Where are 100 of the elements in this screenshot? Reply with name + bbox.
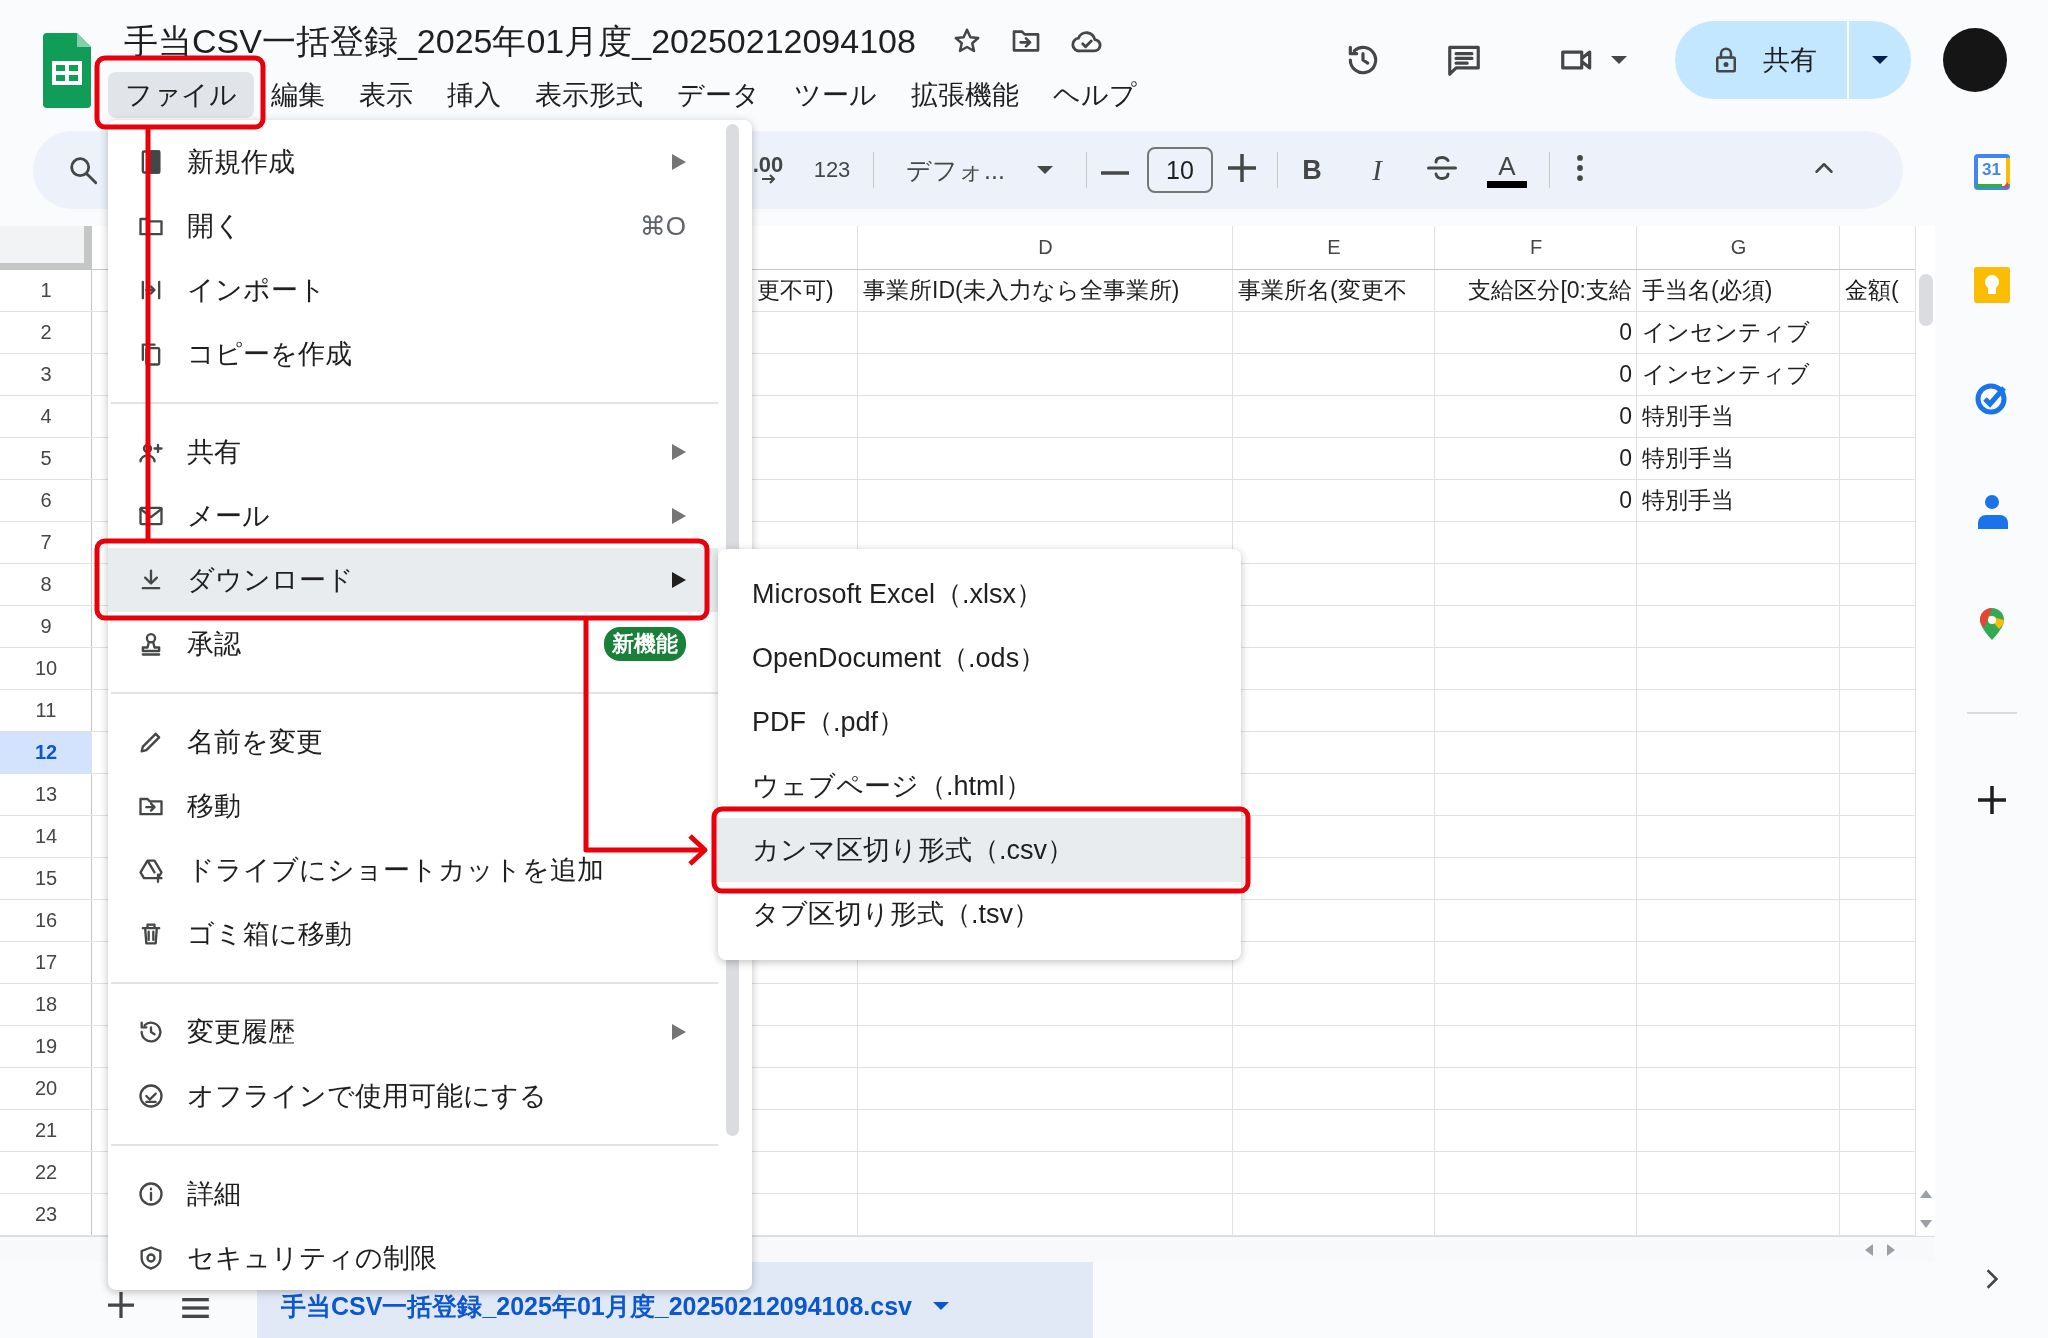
number-format-button[interactable]: 123 bbox=[807, 157, 857, 183]
column-header[interactable]: F bbox=[1435, 226, 1637, 269]
menu-item[interactable]: 新規作成 bbox=[108, 130, 718, 194]
menu-item[interactable]: 編集 bbox=[254, 72, 342, 118]
text-color-button[interactable]: A bbox=[1487, 152, 1527, 188]
plus-icon[interactable] bbox=[1228, 154, 1256, 182]
row-header[interactable]: 18 bbox=[0, 984, 92, 1026]
calendar-icon[interactable] bbox=[1973, 154, 2010, 190]
scroll-down-icon[interactable] bbox=[1919, 1220, 1932, 1228]
menu-item[interactable]: ダウンロード bbox=[108, 548, 718, 612]
row-header[interactable]: 5 bbox=[0, 438, 92, 480]
menu-item[interactable]: OpenDocument（.ods） bbox=[718, 626, 1241, 690]
menu-item[interactable]: 拡張機能 bbox=[894, 72, 1036, 118]
row-header[interactable]: 6 bbox=[0, 480, 92, 522]
table-cell-text: 特別手当 bbox=[1641, 402, 1735, 431]
row-header[interactable]: 15 bbox=[0, 858, 92, 900]
menu-item[interactable]: オフラインで使用可能にする bbox=[108, 1064, 718, 1128]
row-header[interactable]: 3 bbox=[0, 354, 92, 396]
font-size-field[interactable]: 10 bbox=[1147, 147, 1213, 193]
menu-item[interactable]: ゴミ箱に移動 bbox=[108, 902, 718, 966]
table-cell-text: インセンティブ bbox=[1641, 318, 1811, 347]
minus-icon[interactable] bbox=[1101, 171, 1129, 175]
menu-item[interactable]: 開く ⌘O bbox=[108, 194, 718, 258]
all-sheets-button[interactable] bbox=[182, 1298, 209, 1318]
circle-check-icon bbox=[137, 1082, 165, 1110]
row-header[interactable]: 20 bbox=[0, 1068, 92, 1110]
table-cell-text: インセンティブ bbox=[1641, 360, 1811, 389]
italic-button[interactable]: I bbox=[1362, 153, 1392, 187]
table-cell-text: 0 bbox=[1618, 318, 1633, 347]
menu-item[interactable]: 承認 新機能 bbox=[108, 612, 718, 676]
row-header[interactable]: 17 bbox=[0, 942, 92, 984]
menu-item[interactable]: 移動 bbox=[108, 774, 718, 838]
row-header[interactable]: 1 bbox=[0, 270, 92, 312]
menu-item[interactable]: インポート bbox=[108, 258, 718, 322]
font-dropdown[interactable]: デフォ... bbox=[891, 153, 1066, 187]
menu-item[interactable]: ヘルプ bbox=[1036, 72, 1154, 118]
menu-item[interactable]: 詳細 bbox=[108, 1162, 718, 1226]
menu-item[interactable]: 表示形式 bbox=[518, 72, 660, 118]
table-cell-text: 金額( bbox=[1844, 276, 1900, 305]
menu-item[interactable]: ツール bbox=[777, 72, 894, 118]
document-title[interactable]: 手当CSV一括登録_2025年01月度_20250212094108 bbox=[124, 14, 916, 68]
menu-item[interactable]: ウェブページ（.html） bbox=[718, 754, 1241, 818]
add-sheet-button[interactable] bbox=[108, 1292, 134, 1318]
bold-button[interactable]: B bbox=[1297, 154, 1327, 186]
scroll-right-icon[interactable] bbox=[1887, 1243, 1895, 1256]
menu-item[interactable]: 挿入 bbox=[430, 72, 518, 118]
table-cell-text: 事業所ID(未入力なら全事業所) bbox=[862, 276, 1181, 305]
row-header[interactable]: 11 bbox=[0, 690, 92, 732]
menu-item[interactable]: カンマ区切り形式（.csv） bbox=[718, 818, 1241, 882]
row-header[interactable]: 7 bbox=[0, 522, 92, 564]
menu-item[interactable]: Microsoft Excel（.xlsx） bbox=[718, 562, 1241, 626]
caret-icon bbox=[931, 1301, 950, 1311]
menu-item[interactable]: タブ区切り形式（.tsv） bbox=[718, 882, 1241, 946]
row-header[interactable]: 21 bbox=[0, 1110, 92, 1152]
plus-icon[interactable] bbox=[1977, 786, 2006, 814]
row-header[interactable]: 4 bbox=[0, 396, 92, 438]
menu-item[interactable]: 変更履歴 bbox=[108, 1000, 718, 1064]
row-header[interactable]: 8 bbox=[0, 564, 92, 606]
spreadsheet-logo[interactable] bbox=[43, 33, 91, 108]
table-cell-text: 手当名(必須) bbox=[1641, 276, 1774, 305]
table-cell-text: 0 bbox=[1618, 402, 1633, 431]
column-header[interactable]: D bbox=[858, 226, 1233, 269]
row-header[interactable]: 10 bbox=[0, 648, 92, 690]
menu-item[interactable]: ファイル bbox=[108, 72, 254, 118]
menu-item[interactable]: データ bbox=[660, 72, 777, 118]
row-header[interactable]: 13 bbox=[0, 774, 92, 816]
row-header[interactable]: 19 bbox=[0, 1026, 92, 1068]
drive-add-icon bbox=[137, 856, 165, 884]
menu-item[interactable]: 共有 bbox=[108, 420, 718, 484]
table-cell-text: 0 bbox=[1618, 444, 1633, 473]
row-header[interactable]: 22 bbox=[0, 1152, 92, 1194]
chevron-right-icon[interactable] bbox=[1985, 1269, 1998, 1289]
row-header[interactable]: 16 bbox=[0, 900, 92, 942]
decimal-button[interactable]: .00 bbox=[746, 156, 790, 184]
menu-item[interactable]: PDF（.pdf） bbox=[718, 690, 1241, 754]
menu-item[interactable]: コピーを作成 bbox=[108, 322, 718, 386]
column-header[interactable]: G bbox=[1637, 226, 1840, 269]
caret-icon bbox=[1610, 55, 1628, 65]
table-cell-text: 0 bbox=[1618, 486, 1633, 515]
menu-item[interactable]: ドライブにショートカットを追加 bbox=[108, 838, 718, 902]
scrollbar-thumb[interactable] bbox=[1918, 274, 1933, 326]
row-header[interactable]: 9 bbox=[0, 606, 92, 648]
share-button[interactable]: 共有 bbox=[1675, 21, 1849, 99]
more-icon[interactable] bbox=[1577, 155, 1583, 181]
scroll-left-icon[interactable] bbox=[1865, 1243, 1873, 1256]
table-cell-text: 0 bbox=[1618, 360, 1633, 389]
menu-item[interactable]: 表示 bbox=[342, 72, 430, 118]
row-header[interactable]: 12 bbox=[0, 732, 92, 774]
row-header[interactable]: 23 bbox=[0, 1194, 92, 1236]
row-header[interactable]: 2 bbox=[0, 312, 92, 354]
scroll-up-icon[interactable] bbox=[1919, 1190, 1932, 1198]
menu-item[interactable]: メール bbox=[108, 484, 718, 548]
table-cell-text: 支給区分[0:支給 bbox=[1467, 276, 1633, 305]
menu-item[interactable]: 名前を変更 bbox=[108, 710, 718, 774]
new-badge: 新機能 bbox=[604, 627, 686, 661]
calendar-date: 31 bbox=[1982, 160, 2001, 180]
column-header[interactable]: E bbox=[1233, 226, 1435, 269]
table-cell-text: 特別手当 bbox=[1641, 486, 1735, 515]
row-header[interactable]: 14 bbox=[0, 816, 92, 858]
table-cell-text: 更不可) bbox=[756, 276, 835, 305]
